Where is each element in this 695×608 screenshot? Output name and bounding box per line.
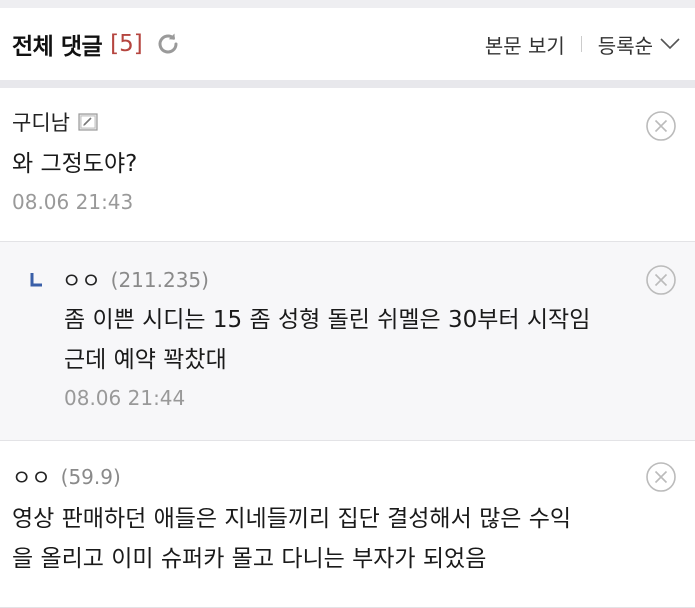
comment-text-line: 을 올리고 이미 슈퍼카 몰고 다니는 부자가 되었음 <box>12 546 487 572</box>
memo-icon <box>78 113 98 131</box>
comment-header: 전체 댓글 [5] 본문 보기 등록순 <box>0 8 695 80</box>
comment-section-title: 전체 댓글 <box>12 34 103 60</box>
header-divider <box>580 36 582 52</box>
section-separator <box>0 80 695 88</box>
reply-comment-item: ㅇㅇ (211.235) 좀 이쁜 시디는 15 좀 성형 돌린 쉬멜은 30부… <box>0 242 695 441</box>
comment-date: 08.06 21:44 <box>64 386 186 410</box>
delete-comment-button[interactable] <box>645 264 677 296</box>
header-left: 전체 댓글 [5] <box>12 27 183 61</box>
top-strip <box>0 0 695 8</box>
header-right: 본문 보기 등록순 <box>485 30 681 59</box>
comment-ip: (211.235) <box>110 268 209 292</box>
sort-dropdown[interactable]: 등록순 <box>598 30 681 59</box>
comment-text-line: 근데 예약 꽉찼대 <box>64 347 227 373</box>
comment-date: 08.06 21:43 <box>12 190 134 214</box>
comment-author[interactable]: ㅇㅇ <box>12 462 51 492</box>
comment-text: 좀 이쁜 시디는 15 좀 성형 돌린 쉬멜은 30부터 시작임 근데 예약 꽉… <box>30 300 683 380</box>
comment-meta: ㅇㅇ (211.235) <box>30 266 683 294</box>
comment-text-line: 와 그정도야? <box>12 151 138 177</box>
comment-item: ㅇㅇ (59.9) 영상 판매하던 애들은 지네들끼리 집단 결성해서 많은 수… <box>0 441 695 608</box>
comment-text: 와 그정도야? <box>12 144 683 184</box>
chevron-down-icon <box>660 38 680 50</box>
view-body-button[interactable]: 본문 보기 <box>485 30 565 59</box>
sort-label: 등록순 <box>597 33 653 58</box>
comment-item: 구디남 와 그정도야? 08.06 21:43 <box>0 88 695 242</box>
comment-text-line: 영상 판매하던 애들은 지네들끼리 집단 결성해서 많은 수익 <box>12 506 572 532</box>
comment-count: [5] <box>110 31 143 57</box>
comment-ip: (59.9) <box>60 465 121 489</box>
delete-comment-button[interactable] <box>645 461 677 493</box>
comment-text: 영상 판매하던 애들은 지네들끼리 집단 결성해서 많은 수익 을 올리고 이미… <box>12 499 683 579</box>
comment-author[interactable]: ㅇㅇ <box>62 265 101 295</box>
comment-meta: ㅇㅇ (59.9) <box>12 463 683 491</box>
reply-arrow-icon <box>30 272 44 288</box>
refresh-icon[interactable] <box>153 29 183 59</box>
comment-meta: 구디남 <box>12 108 683 136</box>
delete-comment-button[interactable] <box>645 110 677 142</box>
comment-author[interactable]: 구디남 <box>12 107 70 137</box>
comment-text-line: 좀 이쁜 시디는 15 좀 성형 돌린 쉬멜은 30부터 시작임 <box>64 307 591 333</box>
